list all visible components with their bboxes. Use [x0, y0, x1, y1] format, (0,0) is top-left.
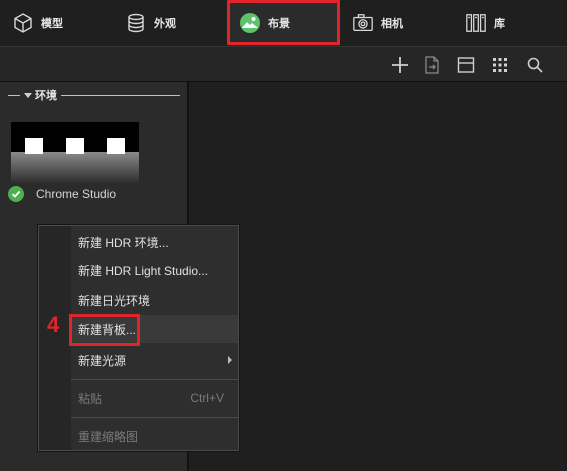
environment-name: Chrome Studio: [36, 187, 117, 201]
toolbar: [0, 46, 567, 82]
context-menu: 新建 HDR 环境... 新建 HDR Light Studio... 新建日光…: [38, 225, 239, 451]
grid-view-icon: [493, 58, 507, 72]
environment-properties-panel: [189, 82, 567, 471]
tab-library-label: 库: [494, 18, 505, 30]
tab-model-label: 模型: [41, 18, 63, 30]
header-line-left: [8, 94, 20, 96]
menu-item-label: 重建缩略图: [78, 429, 139, 444]
menu-item-new-hdr-light-studio[interactable]: 新建 HDR Light Studio...: [71, 256, 238, 284]
panel-layout-icon: [457, 57, 475, 73]
thumbnail-floor: [11, 152, 139, 184]
environment-landscape-icon: [239, 12, 261, 34]
tab-camera-label: 相机: [381, 18, 403, 30]
camera-icon: [352, 12, 374, 34]
tab-environment-label: 布景: [268, 18, 290, 30]
tab-library[interactable]: 库: [453, 0, 567, 46]
context-menu-gutter: [39, 226, 71, 450]
add-button[interactable]: [389, 54, 411, 76]
library-books-icon: [465, 12, 487, 34]
menu-item-label: 新建日光环境: [78, 293, 151, 308]
tab-appearance[interactable]: 外观: [113, 0, 227, 46]
menu-separator: [71, 379, 238, 380]
add-icon: [392, 57, 408, 73]
import-file-button[interactable]: [421, 54, 443, 76]
menu-item-label: 新建背板...: [78, 322, 137, 337]
menu-item-new-sun-environment[interactable]: 新建日光环境: [71, 286, 238, 314]
menu-item-label: 粘贴: [78, 391, 103, 406]
menu-item-rebuild-thumbnails[interactable]: 重建缩略图: [71, 422, 238, 450]
section-title: 环境: [35, 90, 57, 102]
header-line-right: [61, 94, 180, 96]
menu-item-new-hdr-environment[interactable]: 新建 HDR 环境...: [71, 228, 238, 256]
search-button[interactable]: [524, 54, 546, 76]
menu-item-new-light-source[interactable]: 新建光源: [71, 346, 238, 374]
panel-layout-button[interactable]: [455, 54, 477, 76]
collapse-arrow-icon[interactable]: [24, 92, 32, 98]
tab-appearance-label: 外观: [154, 18, 176, 30]
thumbnail-light-2: [66, 138, 84, 154]
environment-thumbnail[interactable]: [11, 122, 139, 184]
menu-item-label: 新建 HDR Light Studio...: [78, 263, 209, 278]
menu-separator: [71, 417, 238, 418]
top-tab-bar: 模型 外观 布景 相机 库: [0, 0, 567, 46]
menu-item-paste[interactable]: 粘贴 Ctrl+V: [71, 384, 238, 412]
tab-environment[interactable]: 布景: [227, 0, 340, 46]
tab-model[interactable]: 模型: [0, 0, 113, 46]
thumbnail-light-3: [107, 138, 125, 154]
menu-item-new-backplate[interactable]: 新建背板...: [71, 315, 238, 343]
menu-item-label: 新建 HDR 环境...: [78, 235, 169, 250]
menu-item-label: 新建光源: [78, 353, 127, 368]
thumbnail-light-1: [25, 138, 43, 154]
step-number-annotation: 4: [47, 312, 60, 337]
active-check-icon: [8, 186, 24, 202]
search-icon: [527, 57, 543, 73]
tab-camera[interactable]: 相机: [340, 0, 453, 46]
import-file-icon: [425, 56, 439, 74]
cube-icon: [12, 12, 34, 34]
grid-view-button[interactable]: [489, 54, 511, 76]
submenu-arrow-icon: [228, 356, 232, 364]
menu-item-shortcut: Ctrl+V: [190, 391, 224, 405]
material-stack-icon: [125, 12, 147, 34]
environment-section-header[interactable]: 环境: [8, 89, 180, 102]
